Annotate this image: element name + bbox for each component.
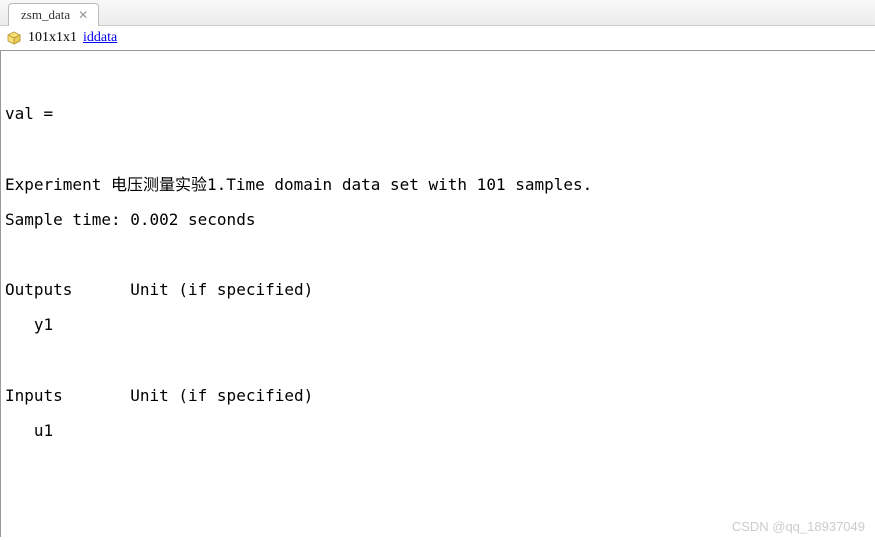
type-link[interactable]: iddata	[83, 30, 117, 46]
outputs-header: Outputs Unit (if specified)	[5, 280, 313, 299]
close-icon[interactable]: ✕	[78, 9, 88, 21]
experiment-line: Experiment 电压测量实验1.Time domain data set …	[5, 175, 592, 194]
val-header: val =	[5, 104, 53, 123]
info-bar: 101x1x1 iddata	[0, 26, 875, 51]
tab-variable[interactable]: zsm_data ✕	[8, 3, 99, 26]
sample-time-line: Sample time: 0.002 seconds	[5, 210, 255, 229]
object-icon	[6, 30, 22, 46]
watermark: CSDN @qq_18937049	[732, 519, 865, 534]
content-area: val = Experiment 电压测量实验1.Time domain dat…	[0, 51, 875, 537]
dimensions-text: 101x1x1	[28, 30, 77, 46]
tab-bar: zsm_data ✕	[0, 0, 875, 26]
inputs-header: Inputs Unit (if specified)	[5, 386, 313, 405]
tab-label: zsm_data	[21, 7, 70, 23]
input-row: u1	[5, 421, 53, 440]
output-row: y1	[5, 315, 53, 334]
